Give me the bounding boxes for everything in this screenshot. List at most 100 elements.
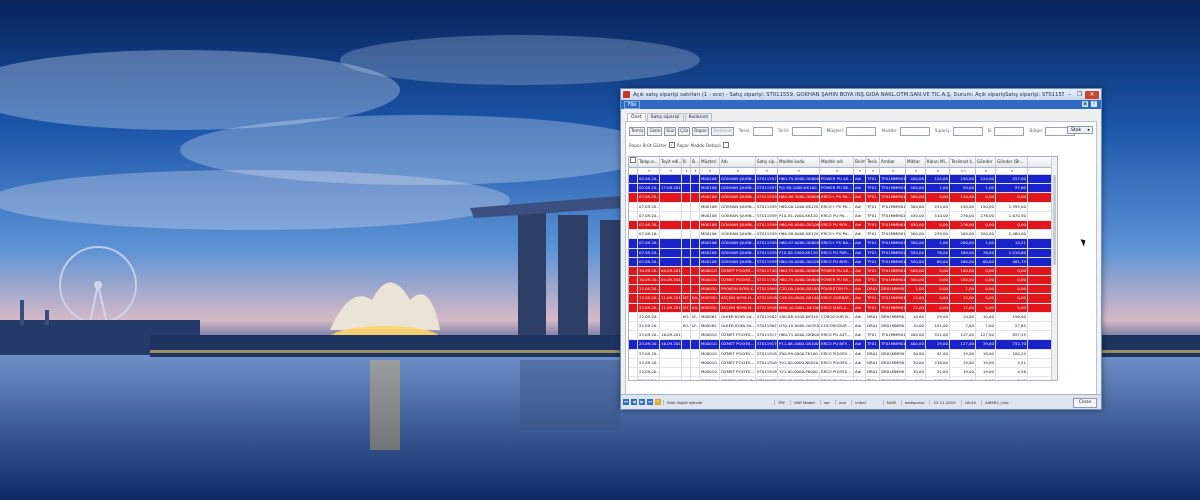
restore-icon[interactable]: ❐	[1075, 91, 1084, 99]
tesis-input[interactable]	[752, 126, 773, 136]
column-filter-cell[interactable]: ▾	[820, 168, 854, 174]
column-filter-cell[interactable]: ▾	[854, 168, 866, 174]
column-filter-cell[interactable]: ▾	[778, 168, 820, 174]
column-filter-cell[interactable]: ▾	[996, 168, 1028, 174]
table-row[interactable]: 12.09.20... M00030 PROKOM BOYA K... ST01199…	[629, 285, 1057, 295]
column-header[interactable]: Gönder (Br...	[996, 157, 1028, 167]
table-row[interactable]: 07.09.20... M00106 GÖKHAN ŞAHİN... ST011559…	[629, 193, 1057, 203]
column-header[interactable]: İli	[682, 157, 691, 167]
column-header[interactable]: Talep e...	[638, 157, 660, 167]
table-row[interactable]: 07.09.20... M00106 GÖKHAN ŞAHİN... ST011559…	[629, 202, 1057, 212]
rapor-button[interactable]: Rapor	[692, 126, 710, 136]
user[interactable]: var	[819, 399, 833, 405]
table-row[interactable]: 07.09.20... M00106 GÖKHAN ŞAHİN... ST011559…	[629, 248, 1057, 258]
column-header[interactable]: Adı	[720, 157, 756, 167]
minimize-icon[interactable]: –	[1065, 91, 1074, 99]
close-icon[interactable]: ✕	[1085, 90, 1099, 99]
table-row[interactable]: 23.09.20... M00010 ÖZMET POLYES... ST011918…	[629, 349, 1057, 359]
prev-record-icon[interactable]: ◀	[631, 399, 637, 405]
model[interactable]: VAR Model	[790, 399, 818, 405]
gizle-button[interactable]: Gizle	[647, 126, 663, 136]
column-header[interactable]	[629, 157, 638, 167]
rapor-detay-checkbox[interactable]	[722, 142, 729, 148]
first-record-icon[interactable]: ⏮	[623, 399, 629, 405]
tarih-input[interactable]	[791, 126, 822, 136]
column-header[interactable]: Müşteri	[700, 157, 720, 167]
column-filter-cell[interactable]: ▾	[866, 168, 880, 174]
table-row[interactable]: 02.09.20... M00106 GÖKHAN ŞAHİN... ST011597…	[629, 175, 1057, 185]
table-row[interactable]: 23.09.20... 16.09.2015 M00010 ÖZMET POLYES.…	[629, 340, 1057, 350]
table-row[interactable]: 23.09.20... M00010 ÖZMET POLYES... ST011918…	[629, 367, 1057, 378]
musteri-input[interactable]	[846, 126, 877, 136]
scrollbar-thumb[interactable]	[1053, 175, 1056, 265]
column-header[interactable]: Ambar	[880, 157, 906, 167]
column-filter-cell[interactable]: ▾	[700, 168, 720, 174]
table-row[interactable]: 23.09.20... 16.09.2015 M00010 ÖZMET POLYES.…	[629, 331, 1057, 341]
column-filter-cell[interactable]: ▾	[976, 168, 996, 174]
column-header[interactable]: Teyit edi...	[660, 157, 682, 167]
column-header[interactable]: Tesis	[866, 157, 880, 167]
table-row[interactable]: 02.09.20... 17.09.2015 M00106 GÖKHAN ŞAHİN.…	[629, 184, 1057, 194]
bolge-label: Bölge:	[1029, 128, 1044, 134]
table-row[interactable]: 07.09.20... M00106 GÖKHAN ŞAHİN... ST011559…	[629, 257, 1057, 267]
column-filter-cell[interactable]: ▾	[926, 168, 950, 174]
stok-dropdown-button[interactable]: Stok ▸	[1067, 126, 1093, 134]
column-filter-cell[interactable]: ▾	[660, 168, 682, 174]
tab-kullanim[interactable]: Kullanım	[684, 113, 713, 121]
currency[interactable]: TRY	[773, 399, 788, 405]
column-filter-cell[interactable]: ▾	[638, 168, 660, 174]
column-filter-cell[interactable]: ▾	[682, 168, 691, 174]
rapor-brut-checkbox[interactable]: ✓	[668, 142, 675, 148]
company[interactable]: ece	[835, 399, 849, 405]
layer[interactable]: initial	[850, 399, 869, 405]
column-filter-cell[interactable]: ▾	[880, 168, 906, 174]
table-row[interactable]: 07.09.20... M00106 GÖKHAN ŞAHİN... ST011559…	[629, 211, 1057, 221]
column-header[interactable]: Teslimat k...	[950, 157, 976, 167]
table-row[interactable]: 12.09.20...11.09.2015İST...KA...M00330SE…	[629, 294, 1057, 304]
last-record-icon[interactable]: ⏭	[647, 399, 653, 405]
table-row[interactable]: 07.09.20... M00106 GÖKHAN ŞAHİN... ST011559…	[629, 239, 1057, 249]
coz-button[interactable]: Çöz	[678, 126, 691, 136]
close-button[interactable]: Close	[1073, 398, 1097, 408]
b-input[interactable]	[994, 126, 1025, 136]
edit-icon[interactable]: ✎	[655, 399, 661, 405]
column-filter-cell[interactable]: ▾	[720, 168, 756, 174]
column-header[interactable]: Madde kodu	[778, 157, 820, 167]
next-record-icon[interactable]: ▶	[639, 399, 645, 405]
table-cell	[691, 257, 700, 266]
column-header[interactable]: Kalan Mi...	[926, 157, 950, 167]
column-filter-cell[interactable]: >0	[950, 168, 976, 174]
table-row[interactable]: 07.09.20... M00106 GÖKHAN ŞAHİN... ST011559…	[629, 220, 1057, 231]
madde-input[interactable]	[899, 126, 930, 136]
column-filter-cell[interactable]	[629, 168, 638, 174]
column-header[interactable]: Satış sip...	[756, 157, 778, 167]
siparis-input[interactable]	[952, 126, 983, 136]
temiz-button[interactable]: Temiz	[629, 126, 646, 136]
table-row[interactable]: 23.09.20... M00010 ÖZMET POLYES... ST011918…	[629, 358, 1057, 368]
table-row[interactable]: 22.09.20...11.09.2015İST...KA...M00330SE…	[629, 303, 1057, 313]
column-filter-cell[interactable]: ▾	[691, 168, 700, 174]
tab-satis-siparisi[interactable]: Satış siparişi	[646, 113, 684, 121]
vertical-scrollbar[interactable]	[1051, 157, 1057, 380]
column-filter-cell[interactable]: ▾	[756, 168, 778, 174]
table-row[interactable]: 22.09.20... KO...İZ...M00562ÜLKER BOYA SA…	[629, 322, 1057, 332]
column-header[interactable]: Birim	[854, 157, 866, 167]
terminal-button[interactable]: Terminal	[711, 126, 734, 136]
table-row[interactable]: 07.09.20... M00106 GÖKHAN ŞAHİN... ST011559…	[629, 230, 1057, 240]
column-header[interactable]: Miktar	[906, 157, 926, 167]
file-menu-button[interactable]: File	[624, 100, 641, 109]
column-header[interactable]: Madde adı	[820, 157, 854, 167]
tab-ozet[interactable]: Özet	[627, 113, 646, 121]
column-header[interactable]: Gönder	[976, 157, 996, 167]
select-all-checkbox[interactable]	[630, 157, 636, 163]
title-bar[interactable]: Açık satış siparişi satırları (1 - ece) …	[621, 89, 1101, 100]
help-icon[interactable]: ?	[1091, 101, 1097, 107]
table-row[interactable]: 22.09.20... KO...İZ...M00562ÜLKER BOYA SA…	[629, 312, 1057, 322]
table-row[interactable]: 10.09.20... 04.09.2015 M00010 ÖZMET POLYES.…	[629, 266, 1057, 277]
table-row[interactable]: 29.09.20... M00210 VEMPOL BOYA P... ST01202…	[629, 377, 1057, 380]
window-layout-icon[interactable]: ▣	[1082, 101, 1088, 107]
suz-button[interactable]: Süz	[664, 126, 677, 136]
column-header[interactable]: B...	[691, 157, 700, 167]
table-row[interactable]: 10.09.20... 04.09.2015 M00010 ÖZMET POLYES.…	[629, 276, 1057, 286]
column-filter-cell[interactable]: ▾	[906, 168, 926, 174]
